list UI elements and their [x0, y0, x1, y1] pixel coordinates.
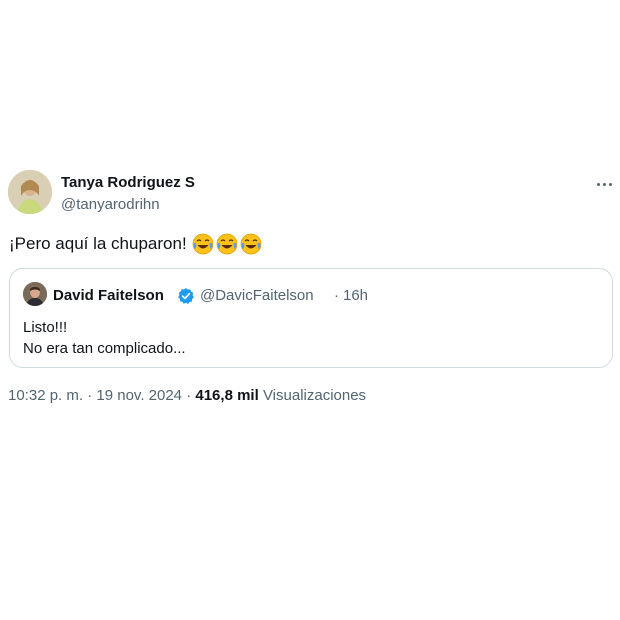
face-with-tears-of-joy-icon — [240, 233, 262, 255]
face-with-tears-of-joy-icon — [192, 233, 214, 255]
tweet: Tanya Rodriguez S @tanyarodrihn ¡Pero aq… — [0, 0, 620, 620]
tweet-text-content: ¡Pero aquí la chuparon! — [9, 234, 187, 253]
dot — [602, 182, 606, 186]
tweet-text: ¡Pero aquí la chuparon! — [9, 233, 262, 255]
quoted-author-handle[interactable]: @DavicFaitelson — [200, 287, 314, 304]
quoted-author-name[interactable]: David Faitelson — [53, 287, 164, 304]
tweet-meta: 10:32 p. m. · 19 nov. 2024 · 416,8 mil V… — [8, 387, 366, 404]
author-name[interactable]: Tanya Rodriguez S — [61, 174, 195, 191]
quoted-tweet[interactable]: David Faitelson @DavicFaitelson · 16h Li… — [9, 268, 613, 368]
author-avatar[interactable] — [8, 170, 52, 214]
quoted-timestamp[interactable]: 16h — [343, 287, 368, 304]
quoted-text-line-1: Listo!!! — [23, 319, 68, 336]
views-count[interactable]: 416,8 mil — [195, 387, 258, 404]
views-label: Visualizaciones — [262, 387, 367, 404]
dot — [596, 182, 600, 186]
face-with-tears-of-joy-icon — [216, 233, 238, 255]
more-options-icon[interactable] — [592, 178, 616, 190]
verified-badge-icon — [178, 288, 194, 305]
quoted-separator: · — [334, 287, 339, 304]
author-handle[interactable]: @tanyarodrihn — [61, 196, 160, 213]
tweet-time[interactable]: 10:32 p. m. — [8, 387, 83, 404]
emoji-row — [192, 233, 262, 255]
dot — [608, 182, 612, 186]
meta-separator: · — [186, 387, 192, 404]
quoted-text-line-2: No era tan complicado... — [23, 340, 186, 357]
tweet-date[interactable]: 19 nov. 2024 — [96, 387, 182, 404]
quoted-author-avatar[interactable] — [23, 282, 47, 306]
meta-separator: · — [87, 387, 93, 404]
